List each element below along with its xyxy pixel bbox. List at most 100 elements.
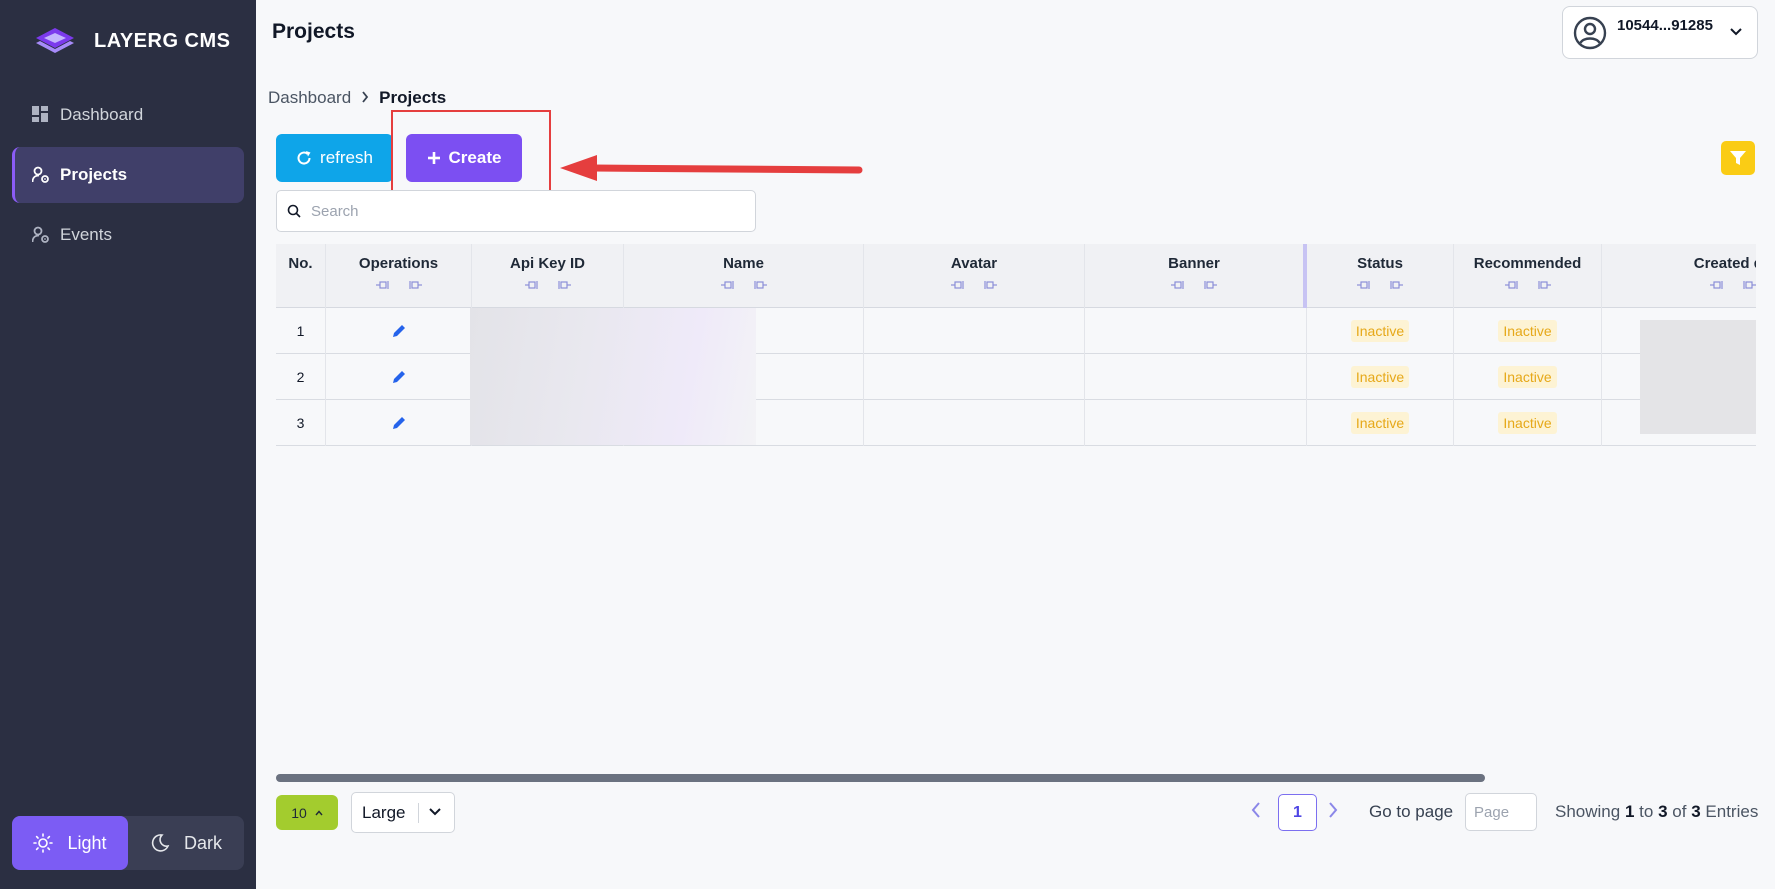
recommended-cell: Inactive bbox=[1454, 308, 1602, 354]
light-label: Light bbox=[67, 832, 107, 853]
filter-button[interactable] bbox=[1721, 141, 1755, 175]
edit-button[interactable] bbox=[326, 354, 472, 400]
pin-left-icon[interactable] bbox=[375, 280, 392, 290]
sidebar: LAYERG CMS Dashboard Projects Events Lig… bbox=[0, 0, 256, 889]
pencil-icon bbox=[392, 325, 405, 337]
chevron-down-icon bbox=[1730, 28, 1742, 36]
column-header-status[interactable]: Status bbox=[1307, 244, 1454, 308]
recommended-badge: Inactive bbox=[1498, 366, 1557, 388]
pin-left-icon[interactable] bbox=[1357, 280, 1373, 290]
pin-right-icon[interactable] bbox=[981, 280, 997, 290]
status-badge: Inactive bbox=[1350, 320, 1410, 342]
edit-button[interactable] bbox=[326, 308, 472, 354]
table-header: No. Operations Api Key ID Name Avatar Ba… bbox=[276, 244, 1756, 308]
edit-button[interactable] bbox=[326, 400, 472, 446]
column-pin-controls bbox=[1307, 280, 1453, 290]
pencil-icon bbox=[392, 417, 405, 429]
go-to-page-label: Go to page bbox=[1369, 802, 1454, 821]
breadcrumb-dashboard[interactable]: Dashboard bbox=[268, 88, 351, 108]
density-select[interactable]: Large bbox=[351, 792, 455, 833]
column-header-operations[interactable]: Operations bbox=[326, 244, 472, 308]
user-gear-icon bbox=[32, 166, 50, 184]
status-cell: Inactive bbox=[1307, 354, 1454, 400]
refresh-button[interactable]: refresh bbox=[276, 134, 393, 182]
breadcrumb-projects: Projects bbox=[379, 88, 447, 107]
horizontal-scrollbar[interactable] bbox=[276, 774, 1485, 782]
pin-right-icon[interactable] bbox=[1740, 280, 1756, 290]
column-header-recommended[interactable]: Recommended bbox=[1454, 244, 1602, 308]
pin-left-icon[interactable] bbox=[1504, 280, 1521, 290]
column-header-no[interactable]: No. bbox=[276, 244, 326, 308]
light-theme-button[interactable]: Light bbox=[12, 816, 128, 870]
refresh-icon bbox=[297, 151, 311, 165]
search-field[interactable] bbox=[276, 190, 756, 232]
page-button-current[interactable]: 1 bbox=[1278, 794, 1317, 831]
dashboard-icon bbox=[32, 106, 50, 124]
user-gear-icon bbox=[32, 226, 50, 244]
page-size-value: 10 bbox=[291, 804, 307, 821]
sidebar-item-label: Dashboard bbox=[60, 105, 144, 124]
status-cell: Inactive bbox=[1307, 400, 1454, 446]
banner-cell bbox=[1085, 308, 1307, 354]
sun-icon bbox=[33, 833, 54, 853]
column-header-created-date[interactable]: Created da bbox=[1602, 244, 1756, 308]
sidebar-item-projects[interactable]: Projects bbox=[12, 147, 244, 203]
pin-right-icon[interactable] bbox=[1387, 280, 1403, 290]
pin-right-icon[interactable] bbox=[751, 280, 767, 290]
pin-left-icon[interactable] bbox=[720, 280, 737, 290]
pencil-icon bbox=[392, 371, 405, 383]
pin-left-icon[interactable] bbox=[951, 280, 967, 290]
column-header-name[interactable]: Name bbox=[624, 244, 864, 308]
column-header-banner[interactable]: Banner bbox=[1085, 244, 1307, 308]
pin-right-icon[interactable] bbox=[406, 280, 422, 290]
select-divider bbox=[418, 803, 419, 823]
pin-right-icon[interactable] bbox=[555, 280, 571, 290]
previous-page-icon[interactable] bbox=[1251, 802, 1261, 818]
avatar-cell bbox=[864, 400, 1085, 446]
user-id: 10544...91285 bbox=[1617, 17, 1713, 34]
column-header-avatar[interactable]: Avatar bbox=[864, 244, 1085, 308]
dark-label: Dark bbox=[183, 832, 222, 853]
chevron-down-icon bbox=[429, 808, 441, 816]
sidebar-item-dashboard[interactable]: Dashboard bbox=[12, 87, 244, 143]
pin-left-icon[interactable] bbox=[524, 280, 541, 290]
go-to-page-input[interactable] bbox=[1465, 793, 1537, 831]
avatar-cell bbox=[864, 308, 1085, 354]
column-pin-controls bbox=[864, 280, 1084, 290]
banner-cell bbox=[1085, 400, 1307, 446]
pin-left-icon[interactable] bbox=[1709, 280, 1726, 290]
pin-right-icon[interactable] bbox=[1535, 280, 1551, 290]
redacted-region bbox=[470, 308, 756, 445]
sidebar-item-label: Events bbox=[60, 225, 112, 244]
user-circle-icon bbox=[1573, 16, 1607, 49]
search-input[interactable] bbox=[311, 202, 711, 220]
next-page-icon[interactable] bbox=[1328, 802, 1338, 818]
column-header-api-key-id[interactable]: Api Key ID bbox=[472, 244, 624, 308]
recommended-cell: Inactive bbox=[1454, 354, 1602, 400]
brand[interactable]: LAYERG CMS bbox=[34, 26, 231, 56]
row-number: 1 bbox=[276, 308, 326, 354]
column-pin-controls bbox=[1454, 280, 1601, 290]
projects-table: No. Operations Api Key ID Name Avatar Ba… bbox=[276, 244, 1756, 448]
sidebar-item-events[interactable]: Events bbox=[12, 207, 244, 263]
recommended-cell: Inactive bbox=[1454, 400, 1602, 446]
entries-summary: Showing 1 to 3 of 3 Entries bbox=[1555, 802, 1759, 821]
pin-right-icon[interactable] bbox=[1201, 280, 1217, 290]
density-value: Large bbox=[362, 802, 406, 822]
banner-cell bbox=[1085, 354, 1307, 400]
redacted-region bbox=[1640, 320, 1756, 434]
moon-icon bbox=[151, 834, 170, 852]
dark-theme-button[interactable]: Dark bbox=[128, 816, 244, 870]
user-menu[interactable]: 10544...91285 bbox=[1562, 6, 1758, 59]
column-pin-controls bbox=[472, 280, 623, 290]
column-pin-controls bbox=[624, 280, 863, 290]
search-icon bbox=[287, 204, 301, 218]
pin-left-icon[interactable] bbox=[1171, 280, 1187, 290]
theme-toggle: Light Dark bbox=[12, 816, 244, 870]
page-size-select[interactable]: 10 bbox=[276, 795, 338, 830]
chevron-right-icon bbox=[361, 88, 369, 108]
status-badge: Inactive bbox=[1350, 366, 1410, 388]
annotation-arrow-icon bbox=[560, 155, 863, 181]
column-pin-controls bbox=[1085, 280, 1303, 290]
recommended-badge: Inactive bbox=[1498, 412, 1557, 434]
